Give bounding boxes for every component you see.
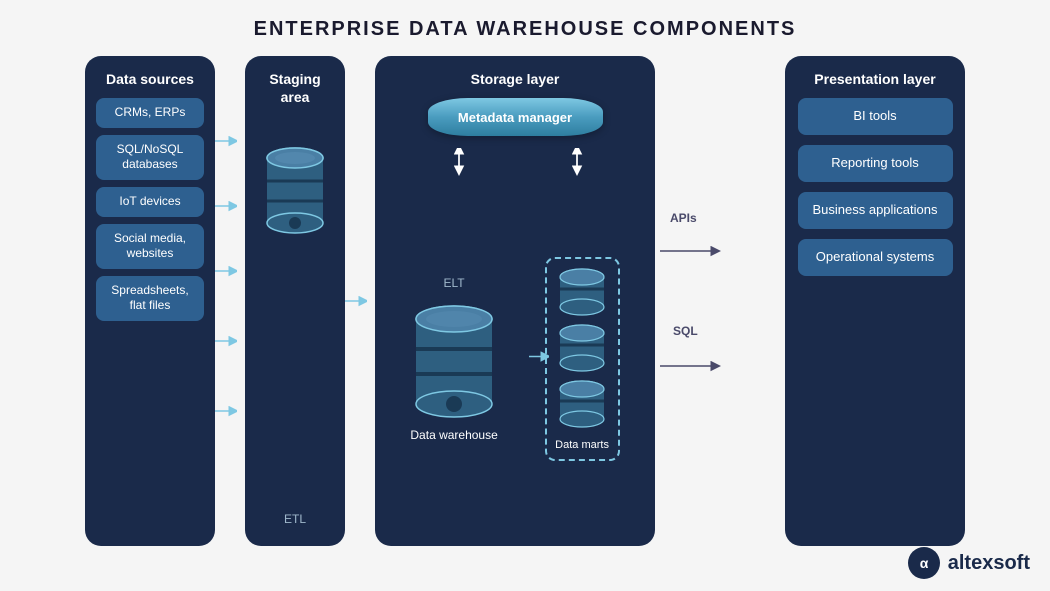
arrow-svg2 bbox=[345, 86, 367, 516]
logo-area: α altexsoft bbox=[908, 547, 1030, 579]
metadata-arrow-svg bbox=[387, 148, 643, 176]
storage-right: Data marts bbox=[545, 257, 620, 461]
connector-storage-presentation: APIs SQL bbox=[655, 56, 725, 546]
dw-label: Data warehouse bbox=[410, 428, 497, 442]
list-item: SQL/NoSQL databases bbox=[96, 135, 204, 180]
sql-label: SQL bbox=[673, 324, 698, 338]
diagram-container: Data sources CRMs, ERPs SQL/NoSQL databa… bbox=[0, 56, 1050, 546]
metadata-manager: Metadata manager bbox=[428, 98, 603, 136]
list-item: Operational systems bbox=[798, 239, 953, 276]
list-item: Business applications bbox=[798, 192, 953, 229]
storage-title: Storage layer bbox=[471, 70, 560, 88]
dm-cylinder-svg2 bbox=[555, 323, 610, 375]
connector-svg bbox=[655, 86, 725, 516]
etl-label: ETL bbox=[284, 512, 306, 536]
arrow-datasources-staging bbox=[215, 56, 237, 546]
main-container: ENTERPRISE DATA WAREHOUSE COMPONENTS Dat… bbox=[0, 0, 1050, 591]
dm-cylinder-svg3 bbox=[555, 379, 610, 431]
list-item: IoT devices bbox=[96, 187, 204, 217]
storage-left: ELT Data warehouse bbox=[410, 276, 497, 442]
logo-svg: α bbox=[913, 552, 935, 574]
svg-text:α: α bbox=[919, 555, 928, 571]
altexsoft-logo-text: altexsoft bbox=[948, 552, 1030, 575]
staging-title: Staging area bbox=[255, 70, 335, 106]
altexsoft-logo-icon: α bbox=[908, 547, 940, 579]
dw-cylinder-svg bbox=[412, 294, 497, 424]
dw-dm-arrow-svg bbox=[529, 350, 549, 364]
list-item: Reporting tools bbox=[798, 145, 953, 182]
elt-label: ELT bbox=[444, 276, 465, 290]
storage-content: ELT Data warehouse bbox=[387, 182, 643, 536]
staging-panel: Staging area ETL bbox=[245, 56, 345, 546]
list-item: Spreadsheets, flat files bbox=[96, 276, 204, 321]
metadata-arrows bbox=[387, 148, 643, 176]
datasources-title: Data sources bbox=[106, 70, 194, 88]
arrow-svg bbox=[215, 86, 237, 516]
list-item: CRMs, ERPs bbox=[96, 98, 204, 128]
list-item: BI tools bbox=[798, 98, 953, 135]
list-item: Social media, websites bbox=[96, 224, 204, 269]
staging-cylinder-svg bbox=[264, 136, 326, 246]
apis-label: APIs bbox=[670, 211, 697, 225]
presentation-title: Presentation layer bbox=[814, 70, 935, 88]
storage-panel: Storage layer Metadata manager bbox=[375, 56, 655, 546]
datasources-panel: Data sources CRMs, ERPs SQL/NoSQL databa… bbox=[85, 56, 215, 546]
dm-cylinder-svg1 bbox=[555, 267, 610, 319]
presentation-panel: Presentation layer BI tools Reporting to… bbox=[785, 56, 965, 546]
staging-db-icon bbox=[264, 136, 326, 246]
arrow-staging-storage bbox=[345, 56, 367, 546]
page-title: ENTERPRISE DATA WAREHOUSE COMPONENTS bbox=[0, 0, 1050, 51]
dw-dm-arrow bbox=[529, 350, 549, 369]
dm-label: Data marts bbox=[555, 439, 609, 451]
